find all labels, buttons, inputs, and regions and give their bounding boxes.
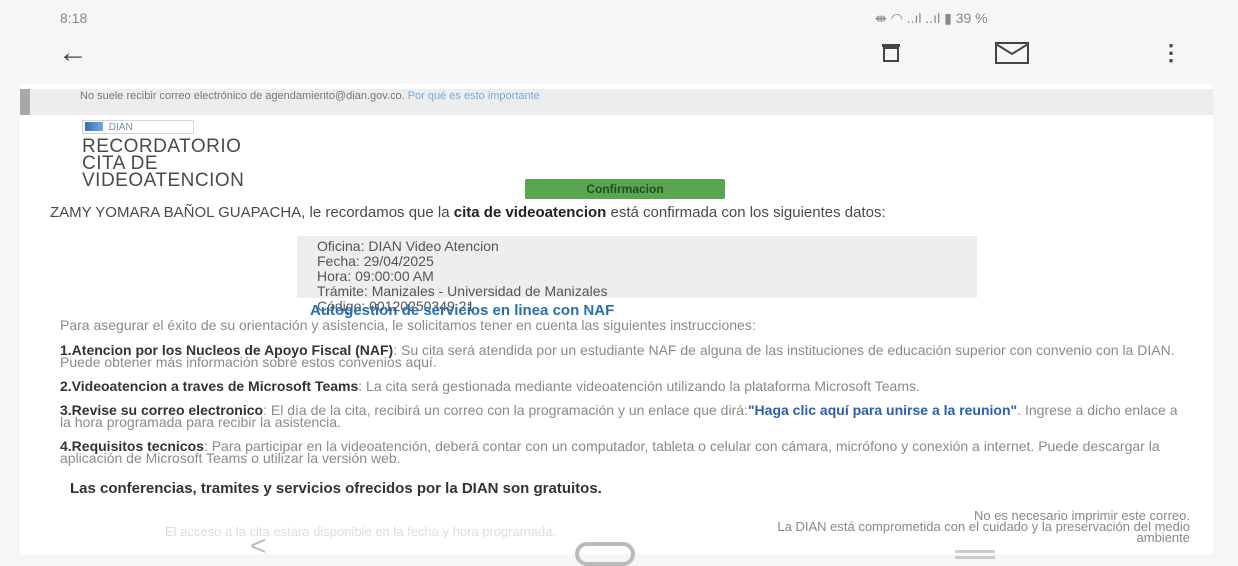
confirmation-button[interactable]: Confirmacion xyxy=(525,179,725,199)
intro-text: ZAMY YOMARA BAÑOL GUAPACHA, le recordamo… xyxy=(50,204,1200,221)
instruction-3: 3.Revise su correo electronico: El día d… xyxy=(60,402,1190,428)
instructions-intro: Para asegurar el éxito de su orientación… xyxy=(60,317,756,333)
intro-bold: cita de videoatencion xyxy=(453,204,607,221)
nav-home-icon[interactable] xyxy=(575,542,635,566)
dian-logo-mark xyxy=(85,122,103,131)
free-services-note: Las conferencias, tramites y servicios o… xyxy=(70,480,602,497)
instruction-2-title: 2.Videoatencion a traves de Microsoft Te… xyxy=(60,378,359,394)
status-time: 8:18 xyxy=(60,10,88,26)
trash-icon[interactable] xyxy=(880,42,902,67)
mark-unread-icon[interactable] xyxy=(995,42,1029,69)
vibrate-icon: ⇼ xyxy=(875,10,887,26)
nav-recents-icon[interactable] xyxy=(955,550,995,553)
system-nav-bar: El acceso a la cita estara disponible en… xyxy=(0,520,1238,566)
more-options-icon[interactable]: ⋮ xyxy=(1160,40,1182,66)
back-arrow-icon[interactable]: ← xyxy=(58,36,88,70)
intro-prefix: ZAMY YOMARA BAÑOL GUAPACHA, le recordamo… xyxy=(50,204,450,221)
instruction-2-text: : La cita será gestionada mediante video… xyxy=(358,378,920,394)
detail-office: Oficina: DIAN Video Atencion xyxy=(317,238,499,254)
teams-join-link[interactable]: "Haga clic aquí para unirse a la reunion… xyxy=(748,402,1017,418)
instruction-2: 2.Videoatencion a traves de Microsoft Te… xyxy=(60,378,1190,394)
battery-level: 39 % xyxy=(955,10,988,26)
detail-procedure: Trámite: Manizales - Universidad de Mani… xyxy=(317,283,608,299)
intro-suffix: está confirmada con los siguientes datos… xyxy=(610,204,886,221)
access-note: El acceso a la cita estara disponible en… xyxy=(165,524,556,539)
warning-link[interactable]: Por qué es esto importante xyxy=(408,90,540,102)
nav-back-icon[interactable]: < xyxy=(250,530,266,562)
instruction-4-text: : Para participar en la videoatención, d… xyxy=(60,438,1160,466)
dian-logo-text: DIAN xyxy=(108,122,133,133)
detail-time: Hora: 09:00:00 AM xyxy=(317,268,434,284)
title-line-3: VIDEOATENCION xyxy=(82,170,245,191)
battery-icon: ▮ xyxy=(944,10,952,26)
detail-date: Fecha: 29/04/2025 xyxy=(317,253,434,269)
instruction-4: 4.Requisitos tecnicos: Para participar e… xyxy=(60,438,1190,466)
warning-text: No suele recibir correo electrónico de a… xyxy=(80,90,405,102)
instruction-1: 1.Atencion por los Nucleos de Apoyo Fisc… xyxy=(60,343,1190,368)
email-body: No suele recibir correo electrónico de a… xyxy=(20,84,1213,554)
status-bar: 8:18 ⇼ ◠ ..ıl ..ıl ▮ 39 % xyxy=(0,0,1238,34)
wifi-icon: ◠ xyxy=(890,10,903,26)
sender-warning-banner: No suele recibir correo electrónico de a… xyxy=(20,89,1213,115)
app-bar: ← ⋮ xyxy=(0,34,1238,74)
status-indicators: ⇼ ◠ ..ıl ..ıl ▮ 39 % xyxy=(875,10,988,27)
appointment-details: Oficina: DIAN Video Atencion Fecha: 29/0… xyxy=(297,236,977,314)
signal-icon: ..ıl ..ıl xyxy=(906,10,941,26)
email-title: RECORDATORIO CITA DE VIDEOATENCION xyxy=(82,137,245,191)
dian-logo: DIAN xyxy=(82,120,194,134)
